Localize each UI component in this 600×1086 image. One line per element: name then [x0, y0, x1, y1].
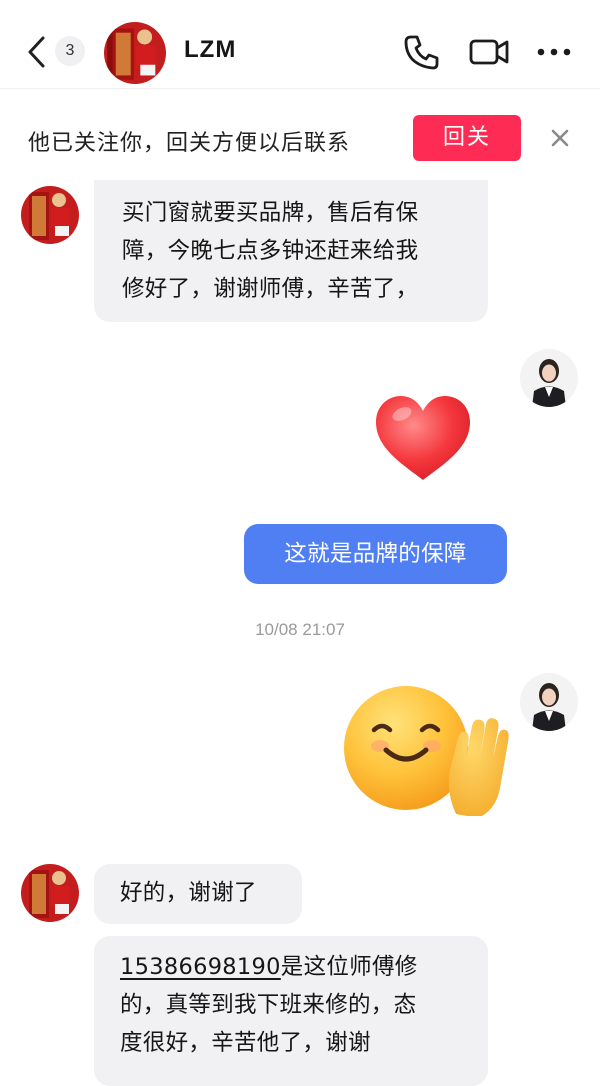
- close-icon: [551, 129, 569, 147]
- message-line: 15386698190是这位师傅修: [120, 948, 488, 986]
- incoming-message[interactable]: 好的，谢谢了: [94, 864, 302, 924]
- dismiss-follow-bar-button[interactable]: [548, 126, 572, 150]
- contact-avatar[interactable]: [21, 186, 79, 244]
- my-avatar[interactable]: [520, 349, 578, 407]
- contact-avatar[interactable]: [21, 864, 79, 922]
- follow-back-prompt: 他已关注你，回关方便以后联系: [28, 131, 351, 156]
- heart-icon: [376, 396, 470, 480]
- message-line: 好的，谢谢了: [120, 880, 257, 906]
- contact-avatar-image: [104, 22, 166, 84]
- smiling-face-waving-icon: [344, 686, 509, 818]
- unread-count-badge[interactable]: 3: [55, 36, 85, 66]
- message-line: 买门窗就要买品牌，售后有保: [122, 200, 419, 226]
- contact-avatar-image: [21, 864, 79, 922]
- smile-wave-sticker[interactable]: [340, 686, 510, 818]
- contact-name: LZM: [184, 36, 237, 63]
- contact-avatar[interactable]: [104, 22, 166, 84]
- follow-back-button[interactable]: 回关: [413, 115, 521, 161]
- video-camera-icon: [469, 39, 509, 65]
- my-avatar-image: [520, 349, 578, 407]
- heart-sticker[interactable]: [372, 392, 474, 484]
- video-call-button[interactable]: [468, 32, 510, 72]
- my-avatar[interactable]: [520, 673, 578, 731]
- incoming-message[interactable]: 买门窗就要买品牌，售后有保 障，今晚七点多钟还赶来给我 修好了，谢谢师傅，辛苦了…: [94, 180, 488, 322]
- message-line: 修好了，谢谢师傅，辛苦了，: [122, 276, 419, 302]
- outgoing-message[interactable]: 这就是品牌的保障: [244, 524, 507, 584]
- message-timestamp: 10/08 21:07: [255, 620, 345, 639]
- message-line: 度很好，辛苦他了，谢谢: [120, 1030, 371, 1056]
- chat-header: 3 LZM: [0, 0, 600, 88]
- incoming-message[interactable]: 15386698190是这位师傅修 的，真等到我下班来修的，态 度很好，辛苦他了…: [94, 936, 488, 1086]
- message-line: 的，真等到我下班来修的，态: [120, 992, 417, 1018]
- my-avatar-image: [520, 673, 578, 731]
- message-text: 是这位师傅修: [280, 954, 418, 980]
- chevron-left-icon: [28, 36, 45, 68]
- more-options-button[interactable]: [534, 32, 574, 72]
- phone-number-link[interactable]: 15386698190: [120, 954, 281, 980]
- message-line: 障，今晚七点多钟还赶来给我: [122, 238, 419, 264]
- voice-call-button[interactable]: [402, 32, 442, 72]
- back-button[interactable]: [24, 34, 48, 70]
- more-dots-icon: [537, 48, 571, 56]
- message-list[interactable]: 买门窗就要买品牌，售后有保 障，今晚七点多钟还赶来给我 修好了，谢谢师傅，辛苦了…: [0, 180, 600, 1086]
- contact-avatar-image: [21, 186, 79, 244]
- phone-icon: [404, 35, 439, 70]
- follow-back-bar: 他已关注你，回关方便以后联系 回关: [0, 88, 600, 187]
